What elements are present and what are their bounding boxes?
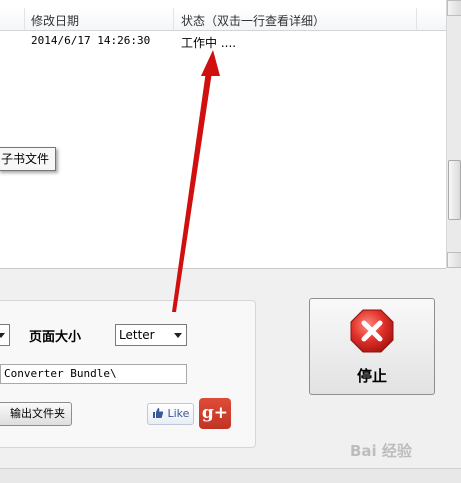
stop-button[interactable]: 停止 xyxy=(309,298,435,395)
scroll-thumb[interactable] xyxy=(448,160,461,220)
page-size-label: 页面大小 xyxy=(29,330,82,345)
status-strip xyxy=(0,468,461,483)
scroll-up-button[interactable] xyxy=(447,0,461,16)
scroll-down-button[interactable] xyxy=(447,252,461,268)
google-plus-icon: g+ xyxy=(201,403,229,423)
thumbs-up-icon xyxy=(153,408,164,418)
page-size-select[interactable]: Letter xyxy=(115,324,187,346)
column-separator[interactable] xyxy=(24,8,25,30)
stop-label: 停止 xyxy=(356,367,387,385)
page-size-value: Letter xyxy=(119,328,155,342)
list-header: 修改日期 状态（双击一行查看详细） xyxy=(0,8,446,31)
column-separator[interactable] xyxy=(416,8,417,30)
output-path-input[interactable]: Converter Bundle\ xyxy=(0,364,187,384)
dropdown-arrow-icon xyxy=(174,333,182,338)
like-button[interactable]: Like xyxy=(147,403,194,425)
column-header-modified[interactable]: 修改日期 xyxy=(31,12,79,29)
like-label: Like xyxy=(167,407,190,420)
left-dropdown[interactable] xyxy=(0,324,10,346)
column-separator[interactable] xyxy=(173,8,174,30)
column-header-status[interactable]: 状态（双击一行查看详细） xyxy=(181,12,325,29)
output-folder-button[interactable]: 输出文件夹 xyxy=(0,402,72,426)
row-modified-date[interactable]: 2014/6/17 14:26:30 xyxy=(31,34,150,47)
watermark: Bai 经验 xyxy=(350,442,412,460)
google-plus-button[interactable]: g+ xyxy=(199,398,231,429)
tooltip: 子书文件 xyxy=(0,147,57,171)
dropdown-arrow-icon xyxy=(0,333,5,338)
annotation-arrow xyxy=(172,50,220,312)
vertical-scrollbar[interactable] xyxy=(446,0,461,268)
stop-icon xyxy=(350,309,394,353)
